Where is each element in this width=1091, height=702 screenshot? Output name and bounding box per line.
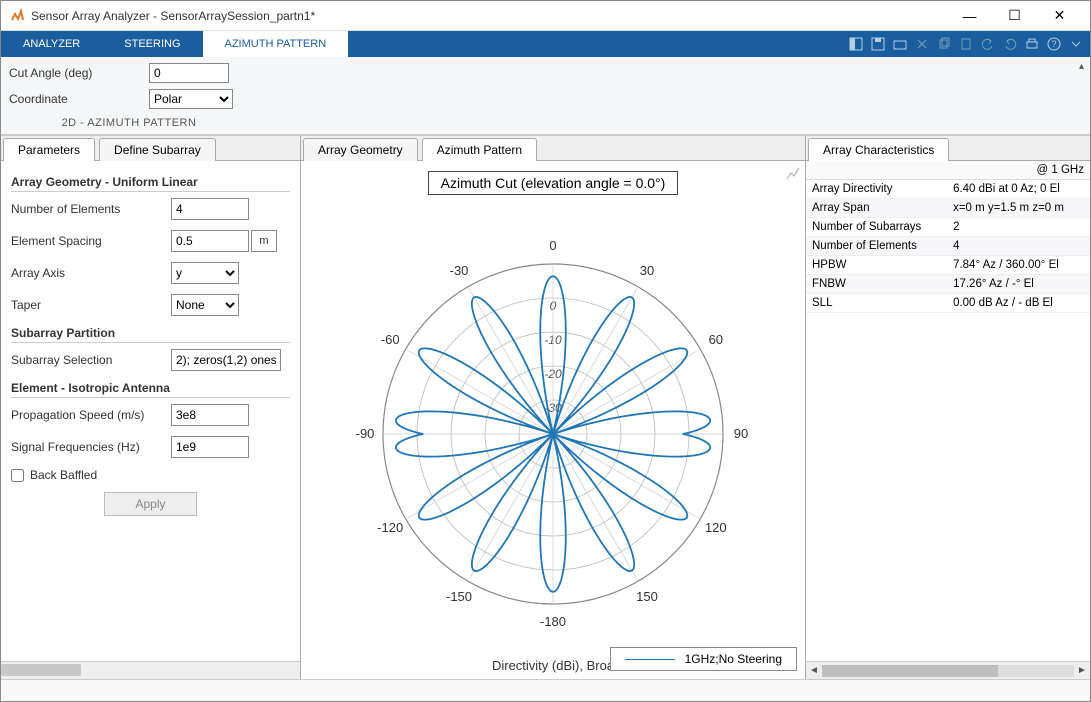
tool-help-icon[interactable]: ? (1044, 34, 1064, 54)
tool-paste-icon[interactable] (956, 34, 976, 54)
tool-copy-icon[interactable] (934, 34, 954, 54)
element-spacing-input[interactable] (171, 230, 249, 252)
char-header: @ 1 GHz (947, 161, 1090, 180)
svg-text:0: 0 (549, 238, 556, 253)
tab-parameters[interactable]: Parameters (3, 138, 95, 161)
array-axis-label: Array Axis (11, 266, 171, 280)
ribbon-tab-azimuth[interactable]: AZIMUTH PATTERN (203, 31, 349, 57)
config-section-label: 2D - AZIMUTH PATTERN (9, 115, 249, 132)
status-bar (1, 679, 1090, 701)
prop-speed-input[interactable] (171, 404, 249, 426)
ribbon-tab-steering[interactable]: STEERING (102, 31, 202, 57)
ribbon-tab-analyzer[interactable]: ANALYZER (1, 31, 102, 57)
chart-tools-icon[interactable] (785, 165, 801, 181)
svg-text:-150: -150 (446, 589, 472, 604)
svg-text:120: 120 (705, 520, 727, 535)
maximize-button[interactable]: ☐ (992, 2, 1037, 30)
legend-text: 1GHz;No Steering (685, 652, 782, 666)
matlab-logo-icon (9, 8, 25, 24)
svg-text:60: 60 (709, 332, 723, 347)
characteristics-table: @ 1 GHz Array Directivity6.40 dBi at 0 A… (806, 161, 1090, 313)
back-baffled-checkbox[interactable] (11, 469, 24, 482)
chart-legend: 1GHz;No Steering (610, 647, 797, 671)
svg-text:90: 90 (734, 426, 748, 441)
right-horizontal-scrollbar[interactable]: ◄ ► (806, 661, 1090, 679)
tool-print-icon[interactable] (1022, 34, 1042, 54)
left-horizontal-scrollbar[interactable] (1, 661, 300, 679)
svg-text:150: 150 (636, 589, 658, 604)
tool-redo-icon[interactable] (1000, 34, 1020, 54)
coordinate-label: Coordinate (9, 92, 149, 106)
apply-button[interactable]: Apply (104, 492, 196, 516)
collapse-ribbon-icon[interactable]: ▴ (1079, 61, 1084, 72)
sig-freq-input[interactable] (171, 436, 249, 458)
window-title: Sensor Array Analyzer - SensorArraySessi… (31, 9, 947, 23)
tab-array-geometry[interactable]: Array Geometry (303, 138, 418, 161)
svg-text:-30: -30 (450, 263, 469, 278)
coordinate-select[interactable]: Polar (149, 89, 233, 109)
prop-speed-label: Propagation Speed (m/s) (11, 408, 171, 422)
sig-freq-label: Signal Frequencies (Hz) (11, 440, 171, 454)
scroll-left-icon[interactable]: ◄ (806, 665, 822, 676)
svg-text:?: ? (1051, 39, 1056, 49)
tool-undo-icon[interactable] (978, 34, 998, 54)
num-elements-label: Number of Elements (11, 202, 171, 216)
tool-layout-icon[interactable] (846, 34, 866, 54)
cut-angle-label: Cut Angle (deg) (9, 66, 149, 80)
svg-text:-60: -60 (381, 332, 400, 347)
taper-select[interactable]: None (171, 294, 239, 316)
svg-text:-180: -180 (540, 614, 566, 629)
group-element: Element - Isotropic Antenna (11, 381, 290, 398)
subarray-selection-label: Subarray Selection (11, 353, 171, 367)
table-row: Number of Subarrays2 (806, 218, 1090, 237)
table-row: HPBW7.84° Az / 360.00° El (806, 256, 1090, 275)
group-array-geometry: Array Geometry - Uniform Linear (11, 175, 290, 192)
spacing-unit[interactable]: m (251, 230, 277, 252)
tool-cut-icon[interactable] (912, 34, 932, 54)
tool-save-icon[interactable] (868, 34, 888, 54)
table-row: FNBW17.26° Az / -° El (806, 275, 1090, 294)
polar-chart: 0-10-20-30-180-150-120-90-60-30030609012… (338, 219, 768, 649)
chart-axis-label: Directivity (dBi), Broa (492, 658, 614, 673)
tab-array-characteristics[interactable]: Array Characteristics (808, 138, 949, 161)
cut-angle-input[interactable] (149, 63, 229, 83)
close-button[interactable]: ✕ (1037, 2, 1082, 30)
array-axis-select[interactable]: y (171, 262, 239, 284)
taper-label: Taper (11, 298, 171, 312)
svg-text:-90: -90 (356, 426, 375, 441)
scroll-right-icon[interactable]: ► (1074, 665, 1090, 676)
tab-azimuth-pattern[interactable]: Azimuth Pattern (422, 138, 537, 161)
element-spacing-label: Element Spacing (11, 234, 171, 248)
minimize-button[interactable]: — (947, 2, 992, 30)
table-row: Array Directivity6.40 dBi at 0 Az; 0 El (806, 180, 1090, 199)
back-baffled-label: Back Baffled (30, 468, 97, 482)
chart-title: Azimuth Cut (elevation angle = 0.0°) (428, 171, 679, 195)
table-row: Array Spanx=0 m y=1.5 m z=0 m (806, 199, 1090, 218)
subarray-selection-input[interactable] (171, 349, 281, 371)
svg-text:-120: -120 (377, 520, 403, 535)
tool-open-icon[interactable] (890, 34, 910, 54)
legend-line-icon (625, 659, 675, 660)
group-subarray-partition: Subarray Partition (11, 326, 290, 343)
num-elements-input[interactable] (171, 198, 249, 220)
svg-text:30: 30 (640, 263, 654, 278)
table-row: Number of Elements4 (806, 237, 1090, 256)
table-row: SLL0.00 dB Az / - dB El (806, 294, 1090, 313)
tool-dropdown-icon[interactable] (1066, 34, 1086, 54)
tab-define-subarray[interactable]: Define Subarray (99, 138, 216, 161)
